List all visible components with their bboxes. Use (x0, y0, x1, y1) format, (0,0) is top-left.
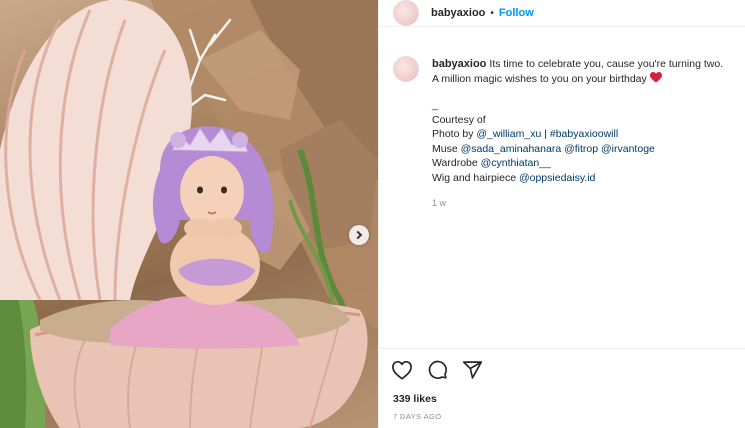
caption-underscore: _ (432, 99, 438, 111)
likes-count[interactable]: 339 likes (393, 393, 745, 405)
credit-muse-prefix: Muse (432, 142, 461, 155)
avatar[interactable] (393, 0, 419, 26)
photo-illustration (0, 0, 378, 428)
post-date[interactable]: 7 DAYS AGO (393, 412, 745, 421)
chevron-right-icon (353, 230, 363, 240)
mention-link[interactable]: @fitrop (564, 143, 598, 155)
caption-timestamp[interactable]: 1 w (432, 196, 745, 211)
post-sidebar: babyaxioo • Follow babyaxioo Its time to … (378, 0, 745, 428)
credit-muse: Muse @sada_aminahanara @fitrop @irvantog… (432, 142, 745, 157)
red-heart-emoji (649, 71, 662, 82)
mention-link[interactable]: @irvantoge (601, 143, 655, 155)
header-username[interactable]: babyaxioo (431, 7, 485, 19)
post-photo[interactable] (0, 0, 378, 428)
caption-username[interactable]: babyaxioo (432, 58, 486, 70)
mention-link[interactable]: @oppsiedaisy.id (519, 172, 595, 184)
caption-body: babyaxioo Its time to celebrate you, caus… (432, 57, 745, 211)
credit-wig-prefix: Wig and hairpiece (432, 171, 519, 184)
caption-line-1: Its time to celebrate you, cause you're … (489, 58, 724, 70)
mention-link[interactable]: @sada_aminahanara (461, 143, 562, 155)
caption-line-2: A million magic wishes to you on your bi… (432, 72, 647, 85)
credit-photo: Photo by @_william_xu | #babyaxioowill (432, 127, 745, 142)
credit-wardrobe-prefix: Wardrobe (432, 157, 481, 169)
comment-bubble-icon[interactable] (427, 359, 448, 380)
mention-link[interactable]: @_william_xu (476, 128, 541, 140)
caption-avatar[interactable] (393, 56, 419, 82)
credit-wig: Wig and hairpiece @oppsiedaisy.id (432, 171, 745, 186)
next-photo-button[interactable] (349, 225, 369, 245)
courtesy-label: Courtesy of (432, 113, 486, 126)
hashtag-link[interactable]: #babyaxioowill (550, 128, 618, 140)
credit-wardrobe: Wardrobe @cynthiatan__ (432, 156, 745, 171)
paper-plane-icon[interactable] (462, 360, 483, 380)
credit-photo-prefix: Photo by (432, 128, 477, 140)
action-bar (379, 349, 745, 380)
heart-outline-icon[interactable] (391, 360, 413, 380)
actions-area: 339 likes 7 DAYS AGO (379, 348, 745, 421)
caption: babyaxioo Its time to celebrate you, caus… (393, 56, 745, 211)
post-header: babyaxioo • Follow (379, 0, 745, 27)
mention-link[interactable]: @cynthiatan__ (481, 157, 551, 169)
follow-button[interactable]: Follow (499, 7, 534, 19)
credit-separator: | (541, 128, 550, 140)
separator-dot: • (490, 7, 494, 19)
